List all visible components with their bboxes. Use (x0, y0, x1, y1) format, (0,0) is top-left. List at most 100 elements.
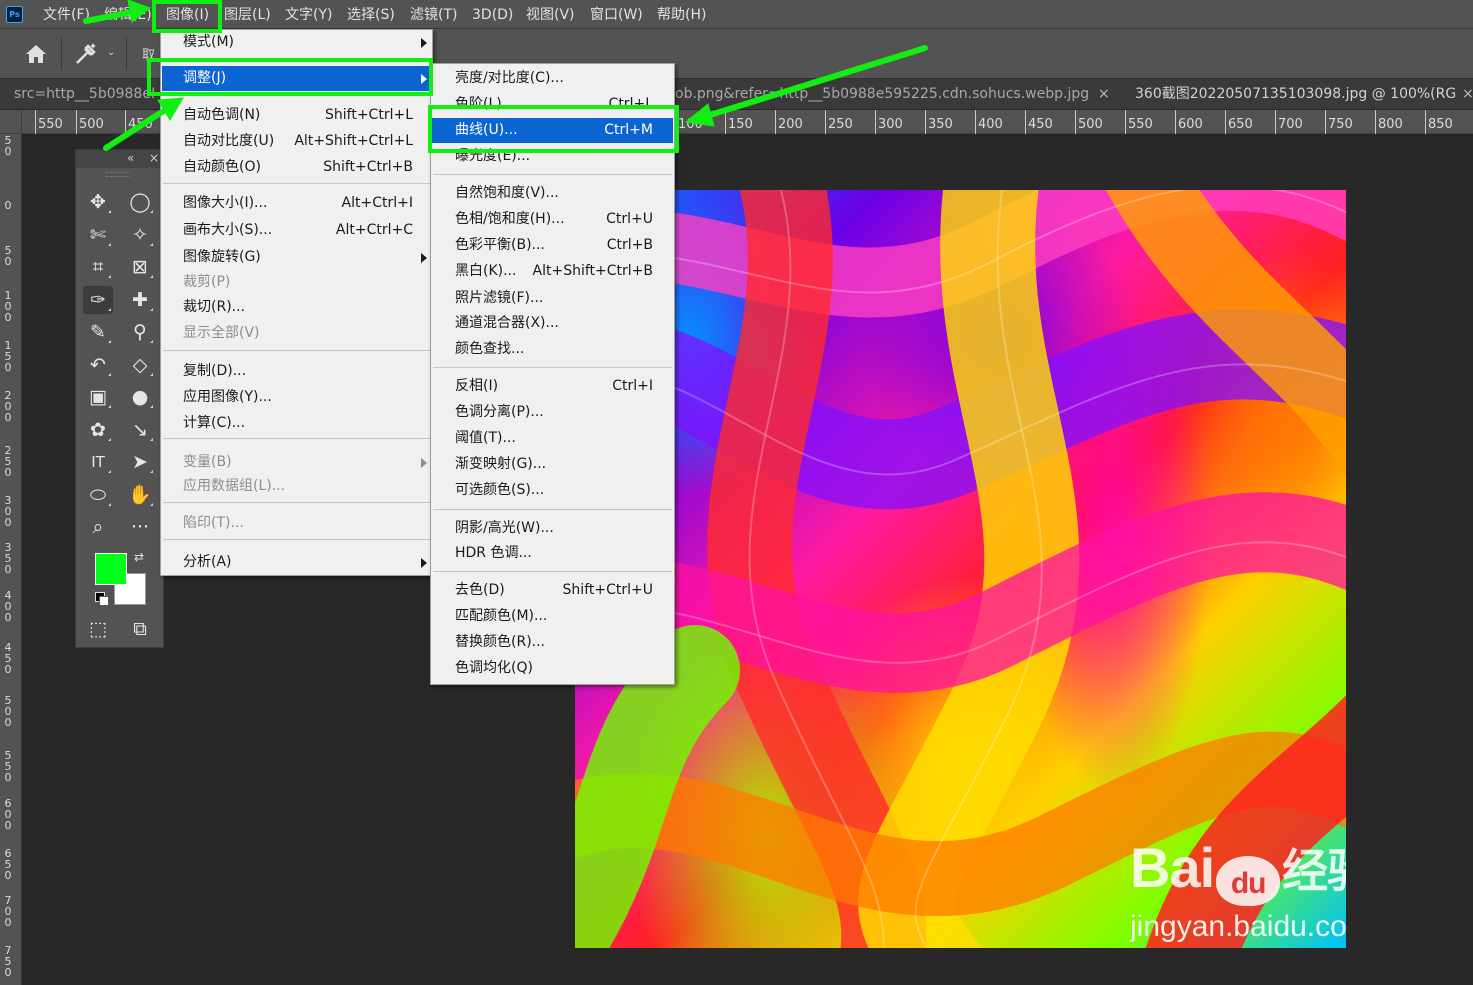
menu-image[interactable]: 图像(I) (166, 5, 209, 25)
gradient-tool-icon[interactable]: ▣ (83, 383, 113, 411)
menu-separator (163, 438, 430, 439)
watermark-logo-cn: 经验 (1282, 845, 1346, 897)
adjustment-menu-item[interactable]: 曝光度(E)... (432, 144, 673, 169)
pen-tool-icon[interactable]: ↘ (125, 416, 155, 444)
preset-dropdown-chevron-icon[interactable]: ⌄ (107, 47, 115, 58)
path-selection-icon[interactable]: ➤ (125, 448, 155, 476)
adjustments-submenu: 亮度/对比度(C)... 色阶(L)... Ctrl+L 曲线(U)... Ctrl+M… (430, 63, 675, 685)
blur-tool-icon[interactable]: ● (125, 383, 155, 411)
tools-panel-header[interactable]: « × (76, 150, 163, 168)
frame-tool-icon[interactable]: ⊠ (125, 253, 155, 281)
image-menu-item[interactable]: 调整(J) (162, 66, 430, 91)
document-tab[interactable]: ob.png&refer=http__5b0988e595225.cdn.soh… (675, 79, 1095, 110)
image-menu-item[interactable]: 自动对比度(U) Alt+Shift+Ctrl+L (162, 129, 433, 154)
eyedropper-preset-icon[interactable] (73, 41, 99, 67)
adjustment-menu-item[interactable]: 通道混合器(X)... (432, 311, 673, 336)
image-menu-item[interactable]: 应用图像(Y)... (162, 385, 433, 410)
image-menu-item[interactable]: 计算(C)... (162, 411, 433, 436)
tab-close-icon[interactable]: × (1462, 79, 1473, 110)
crop-tool-icon[interactable]: ⌗ (83, 253, 113, 281)
image-menu-item[interactable]: 图像大小(I)... Alt+Ctrl+I (162, 191, 433, 216)
menu-help[interactable]: 帮助(H) (657, 5, 706, 25)
adjustment-menu-item[interactable]: 色调均化(Q) (432, 656, 673, 681)
home-icon[interactable] (24, 43, 48, 65)
eyedropper-tool-icon[interactable]: ✑ (83, 285, 113, 314)
menu-layer[interactable]: 图层(L) (224, 5, 271, 25)
adjustment-menu-item[interactable]: 色阶(L)... Ctrl+L (432, 92, 673, 117)
adjustment-menu-item[interactable]: 去色(D) Shift+Ctrl+U (432, 578, 673, 603)
healing-brush-icon[interactable]: ✚ (125, 286, 155, 314)
menu-separator (433, 174, 672, 175)
dodge-tool-icon[interactable]: ✿ (83, 416, 113, 444)
menu-file[interactable]: 文件(F) (43, 5, 90, 25)
tab-close-icon[interactable]: × (1098, 79, 1110, 110)
image-menu-item[interactable]: 图像旋转(G) (162, 245, 433, 270)
image-menu-item[interactable]: 画布大小(S)... Alt+Ctrl+C (162, 218, 433, 243)
screen-mode-icon[interactable]: ⧉ (125, 615, 155, 643)
ruler-tick-label: 100 (675, 110, 703, 134)
foreground-color-swatch[interactable] (95, 553, 127, 585)
collapse-panel-icon[interactable]: « (127, 151, 134, 165)
menu-edit[interactable]: 编辑(E) (104, 5, 152, 25)
adjustment-menu-item[interactable]: HDR 色调... (432, 541, 673, 566)
ruler-origin[interactable] (0, 110, 22, 134)
adjustment-menu-item[interactable]: 亮度/对比度(C)... (432, 66, 673, 91)
ruler-tick-label: 400 (975, 110, 1003, 134)
elliptical-marquee-icon[interactable]: ◯ (125, 188, 155, 216)
adjustment-menu-item[interactable]: 照片滤镜(F)... (432, 286, 673, 311)
history-brush-icon[interactable]: ↶ (83, 351, 113, 379)
panel-grip[interactable] (106, 172, 130, 177)
adjustment-menu-item[interactable]: 阈值(T)... (432, 426, 673, 451)
adjustment-menu-item[interactable]: 曲线(U)... Ctrl+M (432, 118, 673, 143)
menu-filter[interactable]: 滤镜(T) (410, 5, 457, 25)
eraser-tool-icon[interactable]: ◇ (125, 351, 155, 379)
adjustment-menu-item[interactable]: 黑白(K)... Alt+Shift+Ctrl+B (432, 259, 673, 284)
quick-mask-icon[interactable]: ⬚ (83, 615, 113, 643)
adjustment-menu-item[interactable]: 反相(I) Ctrl+I (432, 374, 673, 399)
ruler-tick-label: 150 (4, 339, 12, 374)
adjustment-menu-item[interactable]: 匹配颜色(M)... (432, 604, 673, 629)
adjustment-menu-item[interactable]: 可选颜色(S)... (432, 478, 673, 503)
brush-tool-icon[interactable]: ✎ (83, 318, 113, 346)
menu-type[interactable]: 文字(Y) (285, 5, 332, 25)
image-menu-item[interactable]: 模式(M) (162, 30, 433, 55)
image-menu-item[interactable]: 自动色调(N) Shift+Ctrl+L (162, 103, 433, 128)
vertical-ruler[interactable]: 50 0 50 100 150 200 250 300 350 400 450 500 550 600 65… (0, 110, 22, 985)
adjustment-menu-item[interactable]: 替换颜色(R)... (432, 630, 673, 655)
adjustment-menu-item[interactable]: 色相/饱和度(H)... Ctrl+U (432, 207, 673, 232)
menu-item-label: 应用数据组(L)... (183, 478, 286, 494)
adjustment-menu-item[interactable]: 自然饱和度(V)... (432, 181, 673, 206)
document-canvas[interactable]: Baidu经验 jingyan.baidu.com (575, 190, 1346, 948)
menu-item-shortcut: Alt+Shift+Ctrl+B (532, 263, 653, 279)
menu-item-shortcut: Alt+Shift+Ctrl+L (294, 133, 413, 149)
close-panel-icon[interactable]: × (149, 151, 159, 165)
image-menu-item[interactable]: 裁切(R)... (162, 295, 433, 320)
image-menu-item[interactable]: 复制(D)... (162, 359, 433, 384)
more-tools-icon[interactable]: ··· (125, 513, 155, 541)
adjustment-menu-item[interactable]: 颜色查找... (432, 337, 673, 362)
image-menu-item[interactable]: 自动颜色(O) Shift+Ctrl+B (162, 155, 433, 180)
menu-item-label: 裁切(R)... (183, 299, 246, 315)
adjustment-menu-item[interactable]: 阴影/高光(W)... (432, 516, 673, 541)
polygonal-lasso-icon[interactable]: ✄ (83, 221, 113, 249)
adjustment-menu-item[interactable]: 渐变映射(G)... (432, 452, 673, 477)
adjustment-menu-item[interactable]: 色调分离(P)... (432, 400, 673, 425)
magic-wand-icon[interactable]: ✧ (125, 221, 155, 249)
document-tab-active[interactable]: 360截图20220507135103098.jpg @ 100%(RGB/..… (1135, 79, 1457, 110)
menu-3d[interactable]: 3D(D) (472, 5, 513, 25)
hand-tool-icon[interactable]: ✋ (125, 481, 155, 509)
clone-stamp-icon[interactable]: ⚲ (125, 318, 155, 346)
default-colors-icon[interactable] (95, 592, 109, 606)
image-menu-item[interactable]: 分析(A) (162, 550, 433, 575)
menu-window[interactable]: 窗口(W) (590, 5, 643, 25)
swap-colors-icon[interactable]: ⇄ (134, 550, 144, 564)
ellipse-shape-icon[interactable]: ⬭ (83, 481, 113, 509)
photoshop-logo-icon[interactable]: Ps (6, 6, 23, 23)
menu-view[interactable]: 视图(V) (526, 5, 575, 25)
type-tool-icon[interactable]: IT (83, 448, 113, 476)
adjustment-menu-item[interactable]: 色彩平衡(B)... Ctrl+B (432, 233, 673, 258)
move-tool-icon[interactable]: ✥ (83, 188, 113, 216)
document-tab[interactable]: src=http__5b0988e5 (14, 79, 154, 110)
zoom-tool-icon[interactable]: ⌕ (83, 513, 113, 541)
menu-select[interactable]: 选择(S) (347, 5, 395, 25)
